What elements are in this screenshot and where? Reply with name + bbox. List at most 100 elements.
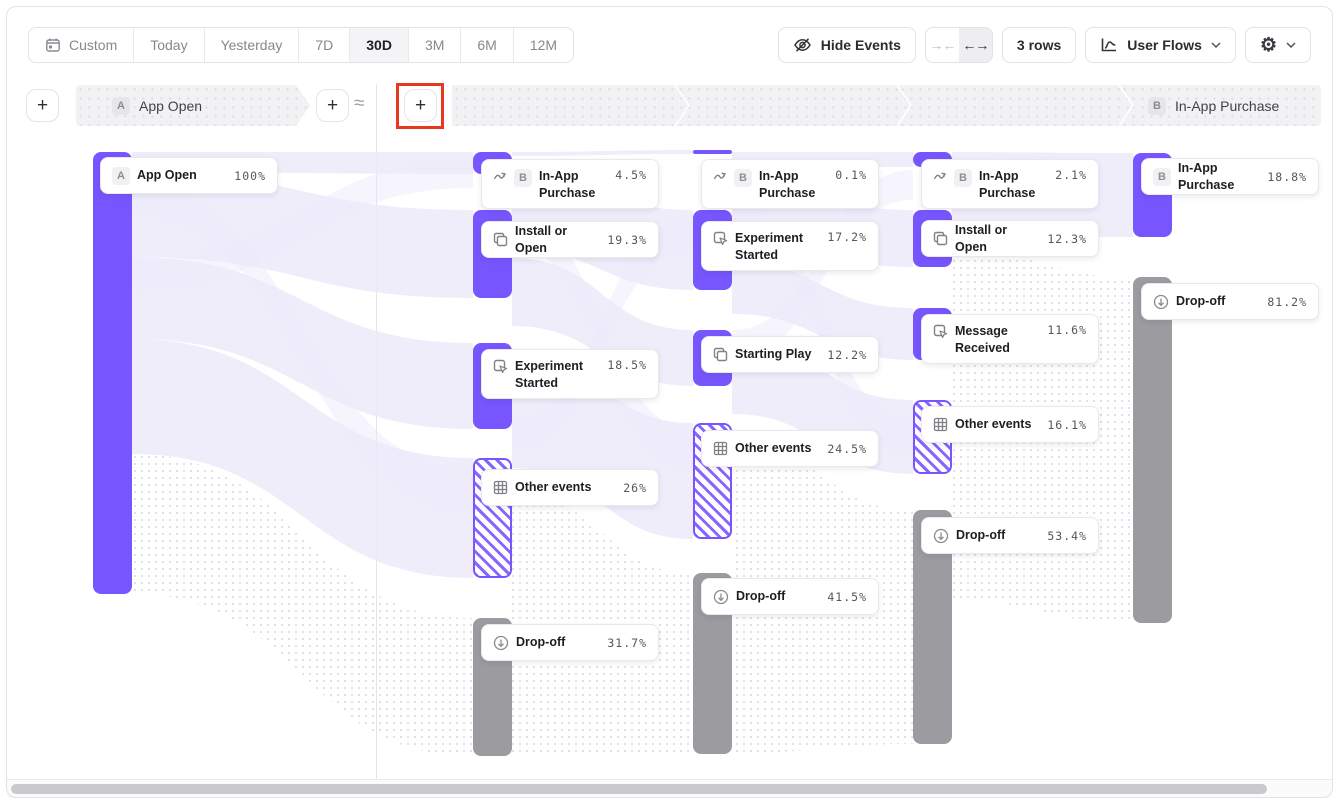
step-band-start[interactable]: A App Open [76, 85, 310, 126]
flow-node-install-or-open[interactable]: Install or Open 19.3% [481, 221, 659, 258]
node-label: In-App Purchase [979, 168, 1048, 202]
flow-node-starting-play[interactable]: Starting Play 12.2% [701, 336, 879, 373]
trend-arrow-icon [493, 169, 507, 183]
approx-break-symbol: ≈ [354, 93, 364, 115]
flow-node-app-open[interactable]: A App Open 100% [100, 157, 278, 194]
step-b-badge: B [1148, 97, 1166, 115]
view-selector-dropdown[interactable]: User Flows [1085, 27, 1236, 63]
collapse-arrows-icon: →← [929, 37, 955, 53]
step-band-segment[interactable] [452, 85, 688, 126]
flow-node-install-or-open[interactable]: Install or Open 12.3% [921, 220, 1099, 257]
expand-arrows-icon: ←→ [962, 37, 988, 53]
step-band-segment[interactable] [898, 85, 1132, 126]
horizontal-scrollbar-thumb[interactable] [11, 784, 1267, 794]
step-band-end[interactable]: B In-App Purchase [1120, 85, 1321, 126]
node-label: In-App Purchase [759, 168, 828, 202]
node-value: 11.6% [1047, 323, 1087, 337]
drop-off-icon [493, 635, 509, 651]
flow-chart-icon [1100, 37, 1118, 53]
flow-node-experiment-started[interactable]: Experiment Started 18.5% [481, 349, 659, 399]
flow-node-other-events[interactable]: Other events 16.1% [921, 406, 1099, 443]
add-step-after-a-button[interactable]: + [316, 89, 349, 122]
step-end-label: B In-App Purchase [1120, 97, 1279, 115]
flow-link [512, 150, 693, 156]
rows-label: 3 rows [1017, 37, 1061, 53]
flow-node-drop-off[interactable]: Drop-off 53.4% [921, 517, 1099, 554]
copy-icon [713, 347, 728, 362]
grid-icon [493, 480, 508, 495]
range-7d-button[interactable]: 7D [299, 28, 350, 62]
step-start-label: A App Open [76, 97, 202, 115]
event-b-badge: B [954, 169, 972, 187]
flow-node-drop-off[interactable]: Drop-off 31.7% [481, 624, 659, 661]
node-label: Drop-off [1176, 293, 1225, 310]
step-a-badge: A [112, 97, 130, 115]
range-3m-button[interactable]: 3M [409, 28, 461, 62]
horizontal-scrollbar-track[interactable] [7, 779, 1332, 798]
user-flows-report: Custom Today Yesterday 7D 30D 3M 6M 12M … [0, 0, 1339, 804]
range-30d-button[interactable]: 30D [350, 28, 409, 62]
click-icon [713, 231, 728, 246]
node-value: 53.4% [1047, 529, 1087, 543]
expand-width-button[interactable]: ←→ [959, 28, 992, 62]
event-b-badge: B [1153, 168, 1171, 186]
node-label: In-App Purchase [539, 168, 608, 202]
add-step-before-button[interactable]: + [26, 89, 59, 122]
event-b-badge: B [734, 169, 752, 187]
node-label: In-App Purchase [1178, 160, 1260, 194]
collapse-width-button[interactable]: →← [926, 28, 959, 62]
node-label: Other events [515, 479, 591, 496]
flow-node-in-app-purchase[interactable]: B In-App Purchase 18.8% [1141, 158, 1319, 195]
eye-off-icon [793, 37, 812, 53]
flow-node-in-app-purchase[interactable]: B In-App Purchase 2.1% [921, 159, 1099, 209]
node-value: 12.3% [1047, 232, 1087, 246]
range-yesterday-button[interactable]: Yesterday [205, 28, 300, 62]
node-value: 2.1% [1055, 168, 1087, 182]
flow-node-other-events[interactable]: Other events 24.5% [701, 430, 879, 467]
calendar-icon [45, 37, 61, 53]
range-12m-button[interactable]: 12M [514, 28, 573, 62]
flow-node-experiment-started[interactable]: Experiment Started 17.2% [701, 221, 879, 271]
add-step-expanded-button[interactable]: + [404, 89, 437, 122]
node-value: 18.5% [607, 358, 647, 372]
flow-bar-drop-off[interactable] [1133, 277, 1172, 623]
node-value: 19.3% [607, 233, 647, 247]
flow-bar-in-app-purchase[interactable] [693, 150, 732, 154]
flow-node-drop-off[interactable]: Drop-off 81.2% [1141, 283, 1319, 320]
range-today-button[interactable]: Today [134, 28, 204, 62]
node-value: 100% [234, 169, 266, 183]
range-6m-button[interactable]: 6M [461, 28, 513, 62]
click-icon [933, 324, 948, 339]
flow-node-in-app-purchase[interactable]: B In-App Purchase 4.5% [481, 159, 659, 209]
node-value: 81.2% [1267, 295, 1307, 309]
range-custom-button[interactable]: Custom [29, 28, 134, 62]
settings-dropdown[interactable]: ⚙ [1245, 27, 1311, 63]
node-label: Experiment Started [515, 358, 599, 392]
grid-icon [713, 441, 728, 456]
node-value: 0.1% [835, 168, 867, 182]
node-label: Install or Open [955, 222, 1040, 256]
trend-arrow-icon [713, 169, 727, 183]
flow-node-message-received[interactable]: Message Received 11.6% [921, 314, 1099, 364]
hide-events-button[interactable]: Hide Events [778, 27, 916, 63]
node-value: 12.2% [827, 348, 867, 362]
node-value: 16.1% [1047, 418, 1087, 432]
range-label: Custom [69, 37, 117, 53]
node-value: 41.5% [827, 590, 867, 604]
view-label: User Flows [1127, 37, 1202, 53]
flow-bar-app-open[interactable] [93, 152, 132, 594]
drop-off-icon [933, 528, 949, 544]
flow-node-drop-off[interactable]: Drop-off 41.5% [701, 578, 879, 615]
step-band-segment[interactable] [676, 85, 910, 126]
drop-off-icon [713, 589, 729, 605]
flow-node-in-app-purchase[interactable]: B In-App Purchase 0.1% [701, 159, 879, 209]
node-label: App Open [137, 167, 197, 184]
node-label: Drop-off [956, 527, 1005, 544]
rows-button[interactable]: 3 rows [1002, 27, 1076, 63]
event-a-badge: A [112, 167, 130, 185]
node-value: 4.5% [615, 168, 647, 182]
toolbar: Custom Today Yesterday 7D 30D 3M 6M 12M … [28, 27, 1311, 63]
hide-events-label: Hide Events [821, 37, 901, 53]
flow-node-other-events[interactable]: Other events 26% [481, 469, 659, 506]
node-label: Starting Play [735, 346, 811, 363]
